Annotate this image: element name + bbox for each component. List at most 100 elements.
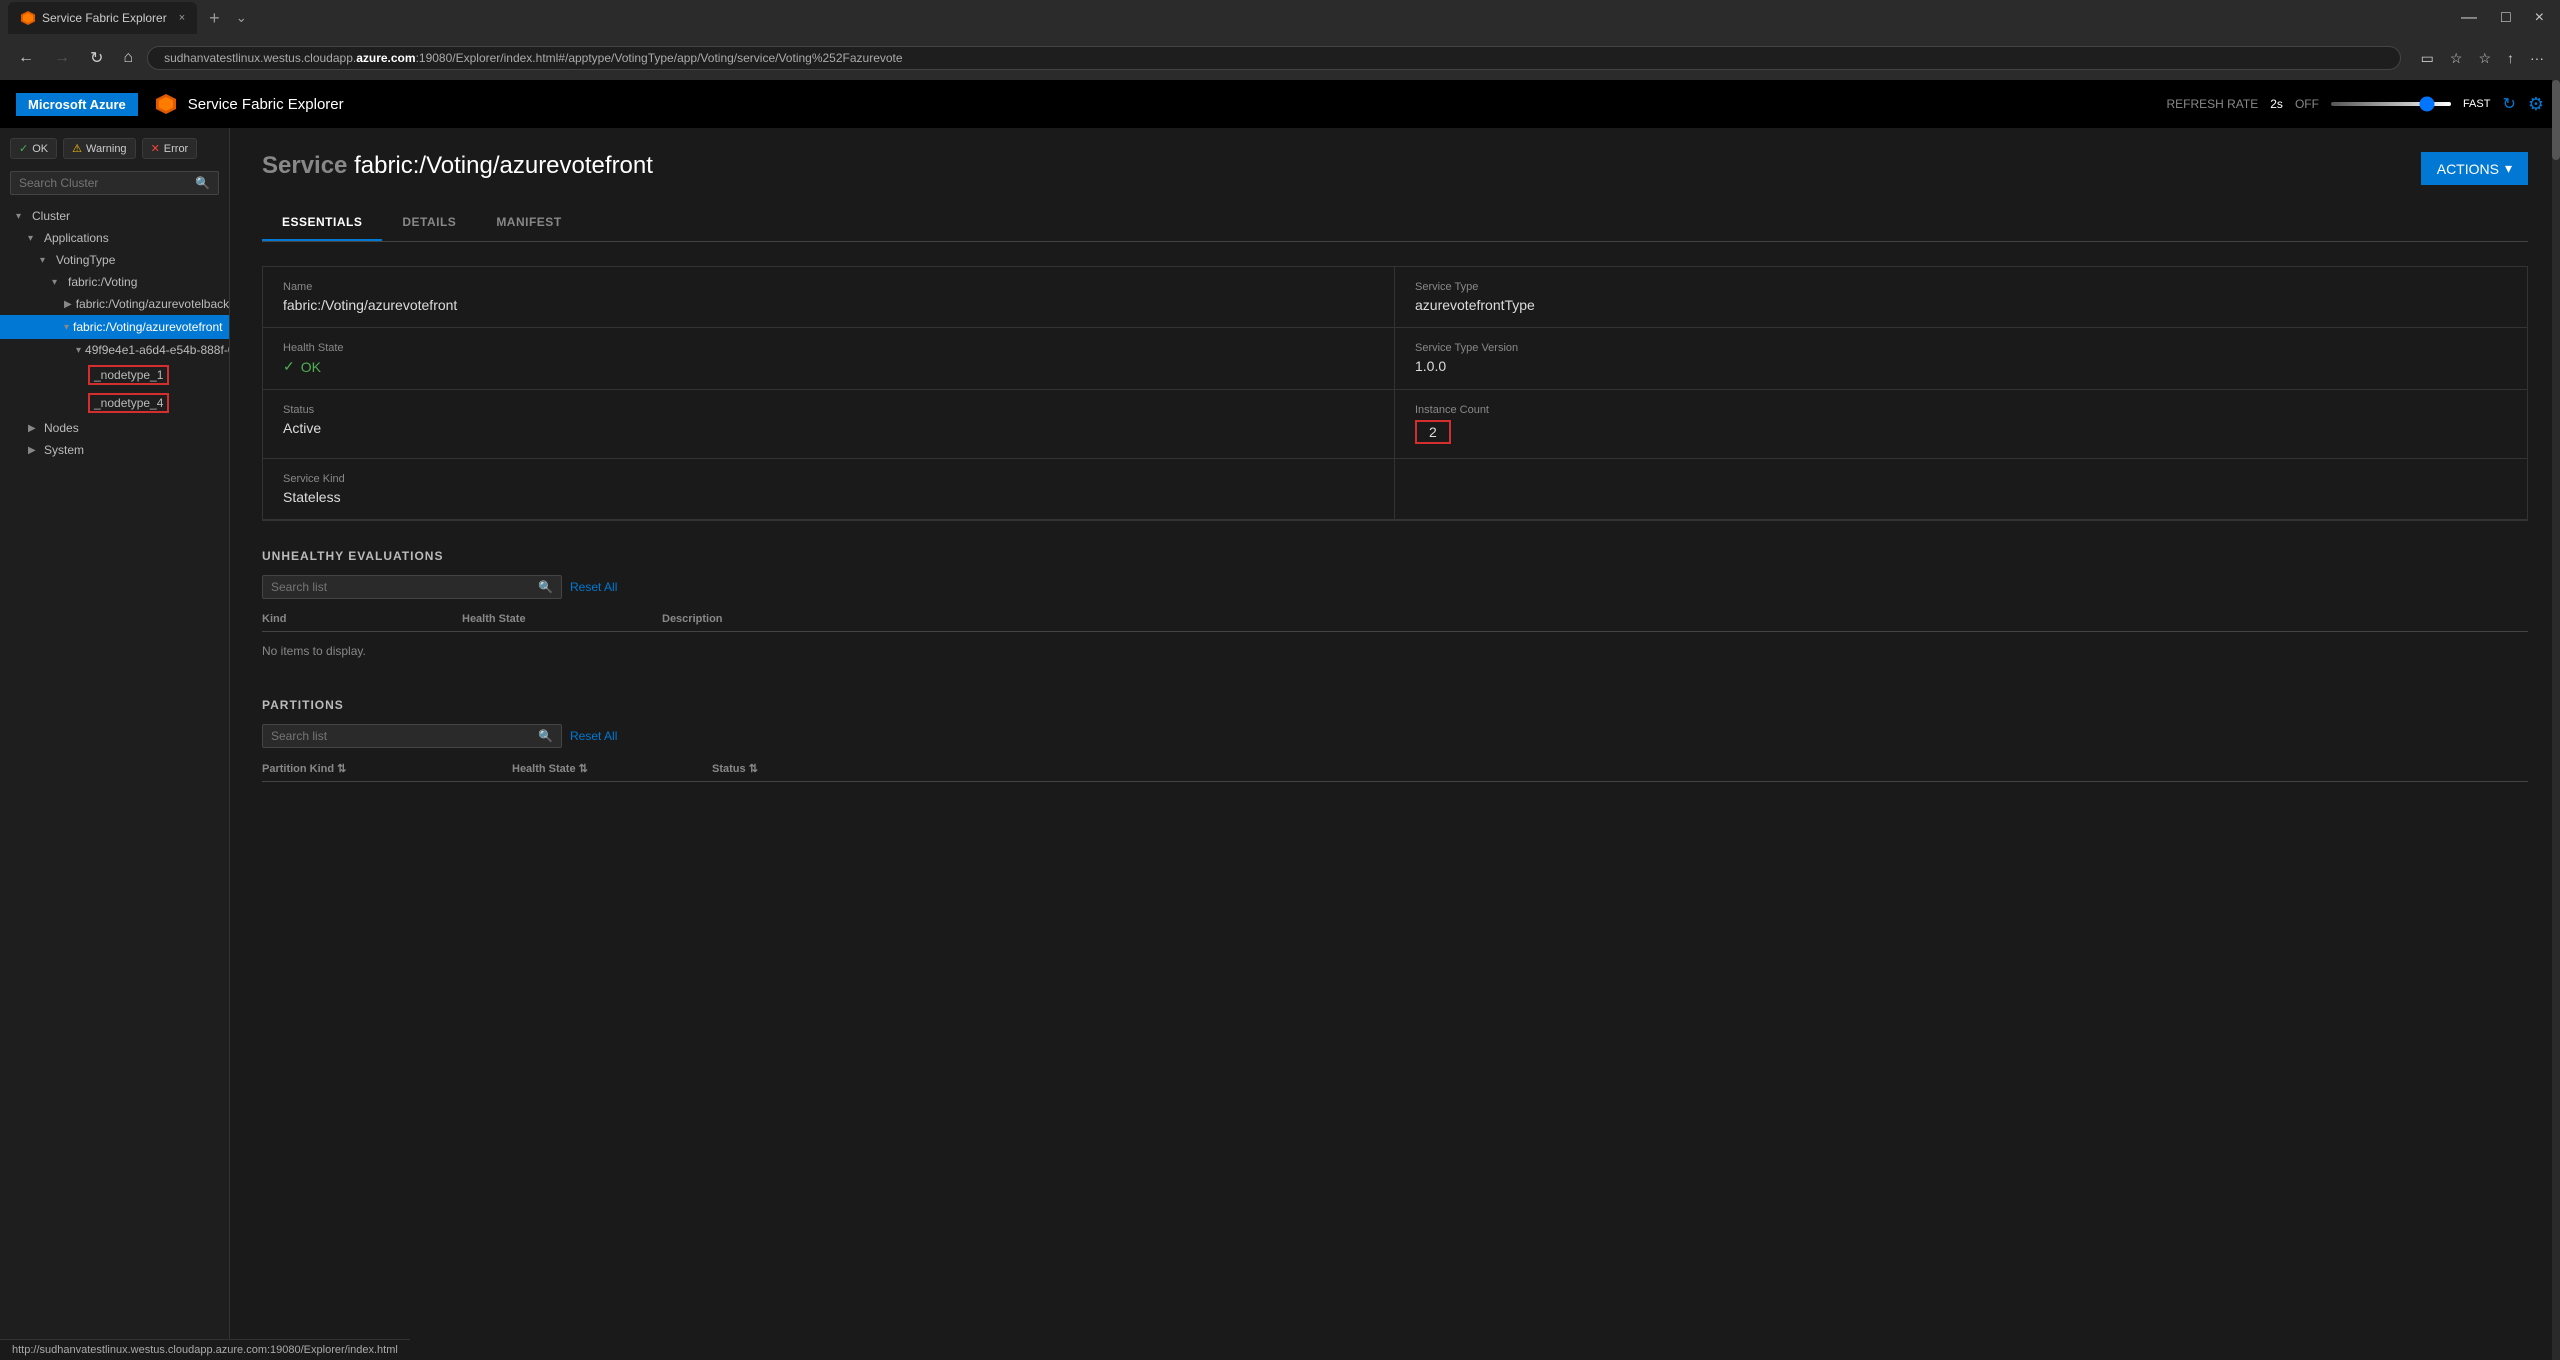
status-label: Status [283, 404, 1374, 416]
refresh-rate-value: 2s [2270, 97, 2283, 111]
health-ok-icon: ✓ [283, 358, 295, 375]
cluster-arrow: ▾ [16, 211, 28, 222]
back-button[interactable]: ← [12, 45, 40, 71]
partitions-reset-all-button[interactable]: Reset All [570, 729, 617, 743]
col-health-state: Health State [462, 613, 662, 625]
scrollbar-thumb[interactable] [2552, 128, 2560, 160]
empty-cell [1395, 459, 2527, 520]
partitions-search-input[interactable] [271, 729, 538, 743]
share-icon[interactable]: ↑ [2503, 46, 2518, 71]
service-type-version-cell: Service Type Version 1.0.0 [1395, 328, 2527, 390]
refresh-icon[interactable]: ↻ [2502, 94, 2515, 114]
topbar-right: REFRESH RATE 2s OFF FAST ↻ ⚙ [2166, 94, 2544, 115]
tab-details[interactable]: DETAILS [382, 205, 476, 241]
page-title: Service fabric:/Voting/azurevotefront [262, 152, 653, 180]
refresh-off-label: OFF [2295, 97, 2319, 111]
tab-list-button[interactable]: ⌄ [232, 10, 251, 26]
sidebar-item-azureback-label: fabric:/Voting/azurevotelback [76, 297, 229, 311]
filter-ok-button[interactable]: ✓ OK [10, 138, 57, 159]
sidebar-item-nodes[interactable]: ▶ Nodes [0, 417, 229, 439]
sidebar-item-system[interactable]: ▶ System [0, 439, 229, 461]
sidebar-item-azurefront[interactable]: ▾ fabric:/Voting/azurevotefront ··· [0, 315, 229, 339]
service-type-version-value: 1.0.0 [1415, 358, 2507, 374]
sidebar-item-nodetype4[interactable]: _nodetype_4 [0, 389, 229, 417]
unhealthy-search-icon: 🔍 [538, 580, 553, 594]
status-value: Active [283, 420, 1374, 436]
address-bar[interactable]: sudhanvatestlinux.westus.cloudapp.azure.… [147, 46, 2401, 70]
nodes-arrow: ▶ [28, 423, 40, 434]
sidebar-item-partition[interactable]: ▾ 49f9e4e1-a6d4-e54b-888f-05051a31dc55 [0, 339, 229, 361]
health-state-cell: Health State ✓ OK [263, 328, 1395, 390]
refresh-rate-label: REFRESH RATE [2166, 97, 2258, 111]
main-layout: ✓ OK ⚠ Warning ✕ Error 🔍 [0, 128, 2560, 1360]
search-icon: 🔍 [195, 176, 210, 190]
favorites-icon[interactable]: ☆ [2474, 46, 2495, 71]
sidebar-item-cluster-label: Cluster [32, 209, 70, 223]
sidebar-item-fabric-voting[interactable]: ▾ fabric:/Voting [0, 271, 229, 293]
sidebar-item-azurefront-label: fabric:/Voting/azurevotefront [73, 320, 222, 334]
sidebar-item-cluster[interactable]: ▾ Cluster [0, 205, 229, 227]
applications-arrow: ▾ [28, 233, 40, 244]
new-tab-button[interactable]: + [201, 8, 228, 29]
bookmark-icon[interactable]: ☆ [2446, 46, 2467, 71]
service-type-cell: Service Type azurevotefrontType [1395, 267, 2527, 328]
home-button[interactable]: ⌂ [117, 45, 139, 71]
service-kind-value: Stateless [283, 489, 1374, 505]
health-state-label: Health State [283, 342, 1374, 354]
maximize-button[interactable]: □ [2493, 9, 2519, 27]
filter-warning-button[interactable]: ⚠ Warning [63, 138, 135, 159]
tab-essentials[interactable]: ESSENTIALS [262, 205, 382, 241]
service-kind-cell: Service Kind Stateless [263, 459, 1395, 520]
name-label: Name [283, 281, 1374, 293]
forward-button[interactable]: → [48, 45, 76, 71]
tree: ▾ Cluster ▾ Applications ▾ VotingType [0, 201, 229, 465]
unhealthy-reset-all-button[interactable]: Reset All [570, 580, 617, 594]
service-type-value: azurevotefrontType [1415, 297, 2507, 313]
filter-error-button[interactable]: ✕ Error [142, 138, 198, 159]
warning-icon: ⚠ [72, 142, 82, 155]
status-bar: http://sudhanvatestlinux.westus.cloudapp… [0, 1339, 410, 1360]
close-window-button[interactable]: × [2527, 9, 2552, 27]
partitions-table-header: Partition Kind ⇅ Health State ⇅ Status ⇅ [262, 756, 2528, 782]
sidebar-item-nodetype1[interactable]: _nodetype_1 [0, 361, 229, 389]
error-icon: ✕ [151, 142, 160, 155]
sidebar-item-fabric-voting-label: fabric:/Voting [68, 275, 137, 289]
partitions-search-wrap: 🔍 [262, 724, 562, 748]
unhealthy-table-header: Kind Health State Description [262, 607, 2528, 632]
service-kind-label: Service Kind [283, 473, 1374, 485]
sidebar-item-applications[interactable]: ▾ Applications [0, 227, 229, 249]
col-partition-status: Status ⇅ [712, 762, 912, 775]
sidebar-item-votingtype[interactable]: ▾ VotingType [0, 249, 229, 271]
minimize-button[interactable]: — [2453, 9, 2485, 27]
unhealthy-search-wrap: 🔍 [262, 575, 562, 599]
partition-health-sort-icon: ⇅ [579, 763, 588, 775]
reader-view-icon[interactable]: ▭ [2417, 46, 2438, 71]
actions-button[interactable]: ACTIONS ▾ [2421, 152, 2528, 185]
close-tab-icon[interactable]: × [179, 12, 185, 24]
unhealthy-evaluations-search: 🔍 Reset All [262, 575, 2528, 599]
scrollbar-track[interactable] [2552, 128, 2560, 1360]
azurefront-arrow: ▾ [64, 322, 69, 333]
tab-bar-content: ESSENTIALS DETAILS MANIFEST [262, 205, 2528, 242]
browser-tab: Service Fabric Explorer × [8, 2, 197, 34]
unhealthy-search-input[interactable] [271, 580, 538, 594]
settings-icon[interactable]: ⚙ [2528, 94, 2544, 115]
search-cluster-input[interactable] [19, 176, 195, 190]
more-options-icon[interactable]: ··· [2526, 46, 2548, 71]
address-text: sudhanvatestlinux.westus.cloudapp.azure.… [164, 51, 2384, 65]
status-cell: Status Active [263, 390, 1395, 459]
azure-logo[interactable]: Microsoft Azure [16, 93, 138, 116]
refresh-button[interactable]: ↻ [84, 44, 109, 72]
refresh-fast-label: FAST [2463, 98, 2491, 110]
essentials-grid: Name fabric:/Voting/azurevotefront Servi… [262, 266, 2528, 521]
search-input-wrap: 🔍 [10, 171, 219, 195]
sidebar-item-votingtype-label: VotingType [56, 253, 115, 267]
partition-arrow: ▾ [76, 345, 81, 356]
unhealthy-evaluations-section: UNHEALTHY EVALUATIONS 🔍 Reset All Kind H… [262, 549, 2528, 670]
tab-manifest[interactable]: MANIFEST [476, 205, 581, 241]
sidebar-item-azureback[interactable]: ▶ fabric:/Voting/azurevotelback [0, 293, 229, 315]
more-options-button[interactable]: ··· [226, 319, 229, 335]
favicon [20, 10, 36, 26]
refresh-rate-slider[interactable] [2331, 102, 2451, 106]
col-partition-extra [912, 762, 2528, 775]
